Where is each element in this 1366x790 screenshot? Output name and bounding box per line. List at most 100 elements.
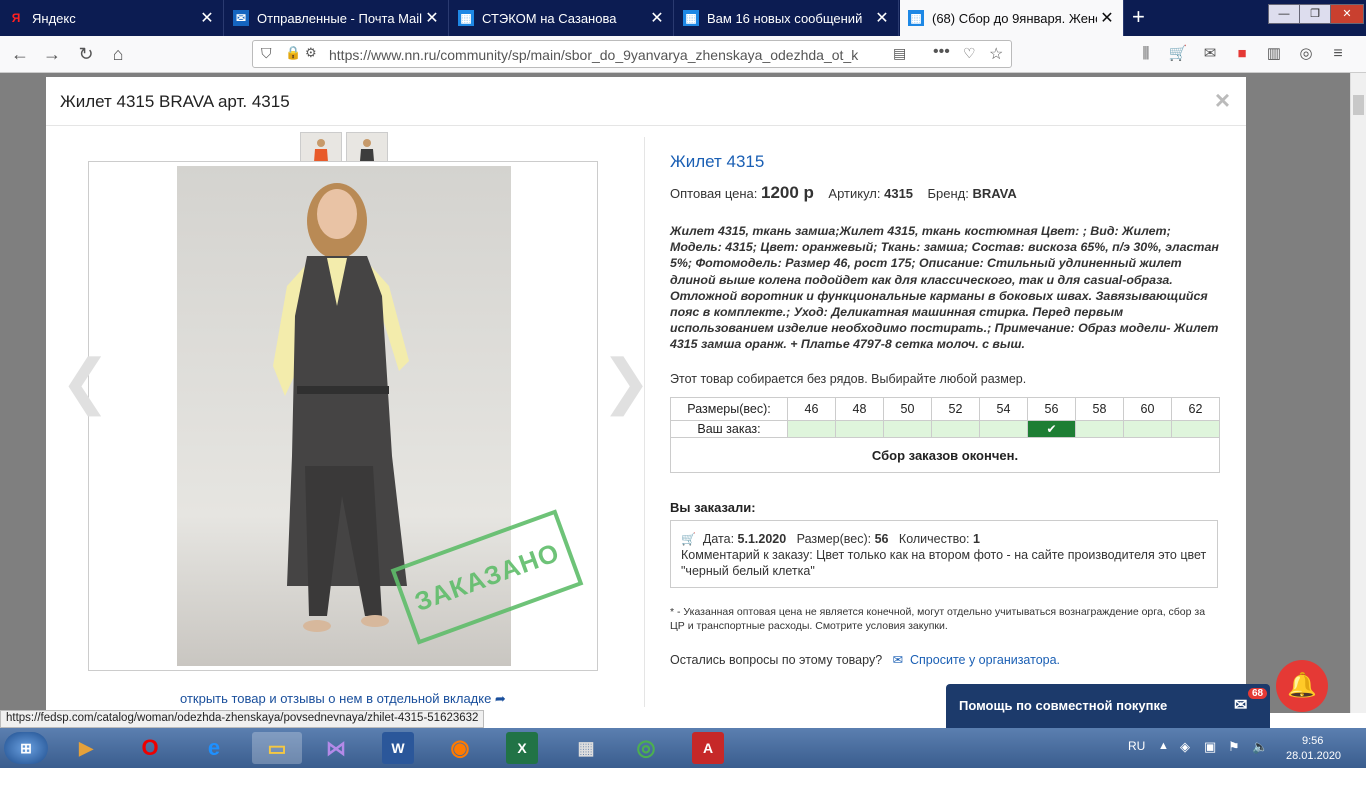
modal-title: Жилет 4315 BRAVA арт. 4315	[60, 92, 290, 111]
extension-icon[interactable]: ■	[1230, 42, 1254, 66]
tab-sbor-active[interactable]: ▦ (68) Сбор до 9января. Женска ✕	[900, 0, 1124, 36]
visual-studio-icon[interactable]: ⋈	[316, 732, 356, 764]
close-tab-icon[interactable]: ✕	[647, 8, 667, 28]
close-tab-icon[interactable]: ✕	[422, 8, 442, 28]
brand-label: Бренд:	[927, 186, 969, 201]
tab-stekom[interactable]: ▦ СТЭКОМ на Сазанова ✕	[450, 0, 674, 36]
security-icon[interactable]: ◈	[1180, 739, 1190, 779]
product-name[interactable]: Жилет 4315	[670, 152, 764, 172]
media-player-icon[interactable]: ▶	[66, 732, 106, 764]
envelope-icon[interactable]: ✉	[1234, 695, 1247, 715]
size-46: 46	[787, 397, 836, 421]
tab-yandex[interactable]: Я Яндекс ✕	[0, 0, 224, 36]
url-bar[interactable]: ⛉ 🔒 ⚙ https://www.nn.ru/community/sp/mai…	[252, 40, 1012, 68]
order-details: 🛒 Дата: 5.1.2020 Размер(вес): 56 Количес…	[670, 520, 1218, 588]
back-icon[interactable]: ←	[8, 42, 32, 66]
home-icon[interactable]: ⌂	[106, 42, 130, 66]
account-icon[interactable]: ◎	[1294, 42, 1318, 66]
mail-icon: ✉	[233, 10, 249, 26]
calculator-icon[interactable]: ▦	[566, 732, 606, 764]
acrobat-icon[interactable]: A	[692, 732, 724, 764]
cart-icon[interactable]: 🛒	[1166, 42, 1190, 66]
close-tab-icon[interactable]: ✕	[197, 8, 217, 28]
size-62: 62	[1171, 397, 1220, 421]
language-indicator[interactable]: RU	[1128, 739, 1145, 779]
flag-icon[interactable]: ⚑	[1228, 739, 1240, 779]
clock-date[interactable]: 28.01.2020	[1286, 750, 1341, 790]
excel-icon[interactable]: X	[506, 732, 538, 764]
opera-icon[interactable]: O	[130, 732, 170, 764]
article-value: 4315	[884, 186, 914, 201]
order-cell-60[interactable]	[1123, 420, 1172, 438]
size-52: 52	[931, 397, 980, 421]
order-cell-62[interactable]	[1171, 420, 1220, 438]
network-icon[interactable]: ▣	[1204, 739, 1216, 779]
chat-label[interactable]: Помощь по совместной покупке	[959, 698, 1167, 713]
previous-photo-arrow[interactable]: ❮	[60, 347, 110, 417]
shield-icon[interactable]: ⛉	[261, 45, 272, 62]
reload-icon[interactable]: ↻	[74, 42, 98, 66]
close-icon[interactable]: ×	[1215, 85, 1230, 116]
word-icon[interactable]: W	[382, 732, 414, 764]
mail-icon[interactable]: ✉	[1198, 42, 1222, 66]
chrome-icon[interactable]: ◎	[626, 732, 666, 764]
notification-bell-icon[interactable]: 🔔	[1276, 660, 1328, 712]
open-in-new-tab-link[interactable]: открыть товар и отзывы о нем в отдельной…	[180, 691, 506, 707]
envelope-icon[interactable]: ✉	[893, 653, 903, 667]
new-tab-icon[interactable]: +	[1132, 4, 1145, 30]
tab-messages[interactable]: ▦ Вам 16 новых сообщений ✕	[675, 0, 899, 36]
permissions-icon[interactable]: ⚙	[305, 45, 317, 61]
file-explorer-icon[interactable]: ▭	[252, 732, 302, 764]
lock-icon[interactable]: 🔒	[285, 45, 301, 61]
yandex-icon: Я	[11, 11, 21, 25]
ask-organizer-link[interactable]: Спросите у организатора.	[910, 653, 1060, 667]
start-button[interactable]: ⊞	[4, 732, 48, 764]
volume-icon[interactable]: 🔈	[1252, 739, 1268, 779]
tab-title: Яндекс	[32, 10, 76, 26]
chat-widget[interactable]: Помощь по совместной покупке ✉ 68	[946, 684, 1270, 728]
order-cell-46[interactable]	[787, 420, 836, 438]
close-tab-icon[interactable]: ✕	[872, 8, 892, 28]
windows-icon: ▦	[458, 10, 474, 26]
pocket-icon[interactable]: ♡	[963, 45, 976, 62]
internet-explorer-icon[interactable]: e	[194, 732, 234, 764]
sidebar-icon[interactable]: ▥	[1262, 42, 1286, 66]
product-photo[interactable]: ЗАКАЗАНО	[88, 161, 598, 671]
url-text[interactable]: https://www.nn.ru/community/sp/main/sbor…	[329, 47, 859, 63]
order-cell-56-selected[interactable]: ✔	[1027, 420, 1076, 438]
order-cell-50[interactable]	[883, 420, 932, 438]
order-cell-54[interactable]	[979, 420, 1028, 438]
scrollbar-thumb[interactable]	[1353, 95, 1364, 115]
reader-view-icon[interactable]: ▤	[893, 45, 906, 62]
menu-icon[interactable]: ≡	[1326, 42, 1350, 66]
price-label: Оптовая цена:	[670, 186, 758, 201]
no-rows-note: Этот товар собирается без рядов. Выбирай…	[670, 372, 1027, 386]
order-cell-48[interactable]	[835, 420, 884, 438]
close-window-button[interactable]: ✕	[1330, 4, 1364, 24]
library-icon[interactable]: ⫼	[1134, 42, 1158, 66]
price-value: 1200 р	[761, 183, 814, 202]
more-actions-icon[interactable]: •••	[933, 43, 950, 61]
order-size: 56	[874, 532, 889, 546]
order-comment: Комментарий к заказу: Цвет только как на…	[681, 548, 1207, 578]
firefox-icon[interactable]: ◉	[440, 732, 480, 764]
order-cell-58[interactable]	[1075, 420, 1124, 438]
order-row: Ваш заказ: ✔	[670, 420, 1220, 438]
size-56: 56	[1027, 397, 1076, 421]
tab-mail[interactable]: ✉ Отправленные - Почта Mail.ru ✕	[225, 0, 449, 36]
maximize-button[interactable]: ❐	[1299, 4, 1331, 24]
close-tab-icon[interactable]: ✕	[1097, 8, 1117, 28]
order-qty-label: Количество:	[898, 532, 970, 546]
bookmark-star-icon[interactable]: ☆	[989, 44, 1003, 64]
minimize-button[interactable]: —	[1268, 4, 1300, 24]
closed-row: Сбор заказов окончен.	[670, 437, 1220, 473]
scrollbar[interactable]	[1350, 73, 1366, 713]
forward-icon[interactable]: →	[40, 42, 64, 66]
tab-title: СТЭКОМ на Сазанова	[482, 10, 617, 26]
price-row: Оптовая цена: 1200 р Артикул: 4315 Бренд…	[670, 183, 1017, 203]
show-hidden-icons[interactable]: ▲	[1158, 740, 1169, 780]
size-50: 50	[883, 397, 932, 421]
cart-icon: 🛒	[681, 532, 696, 546]
order-cell-52[interactable]	[931, 420, 980, 438]
order-date-label: Дата:	[702, 532, 735, 546]
